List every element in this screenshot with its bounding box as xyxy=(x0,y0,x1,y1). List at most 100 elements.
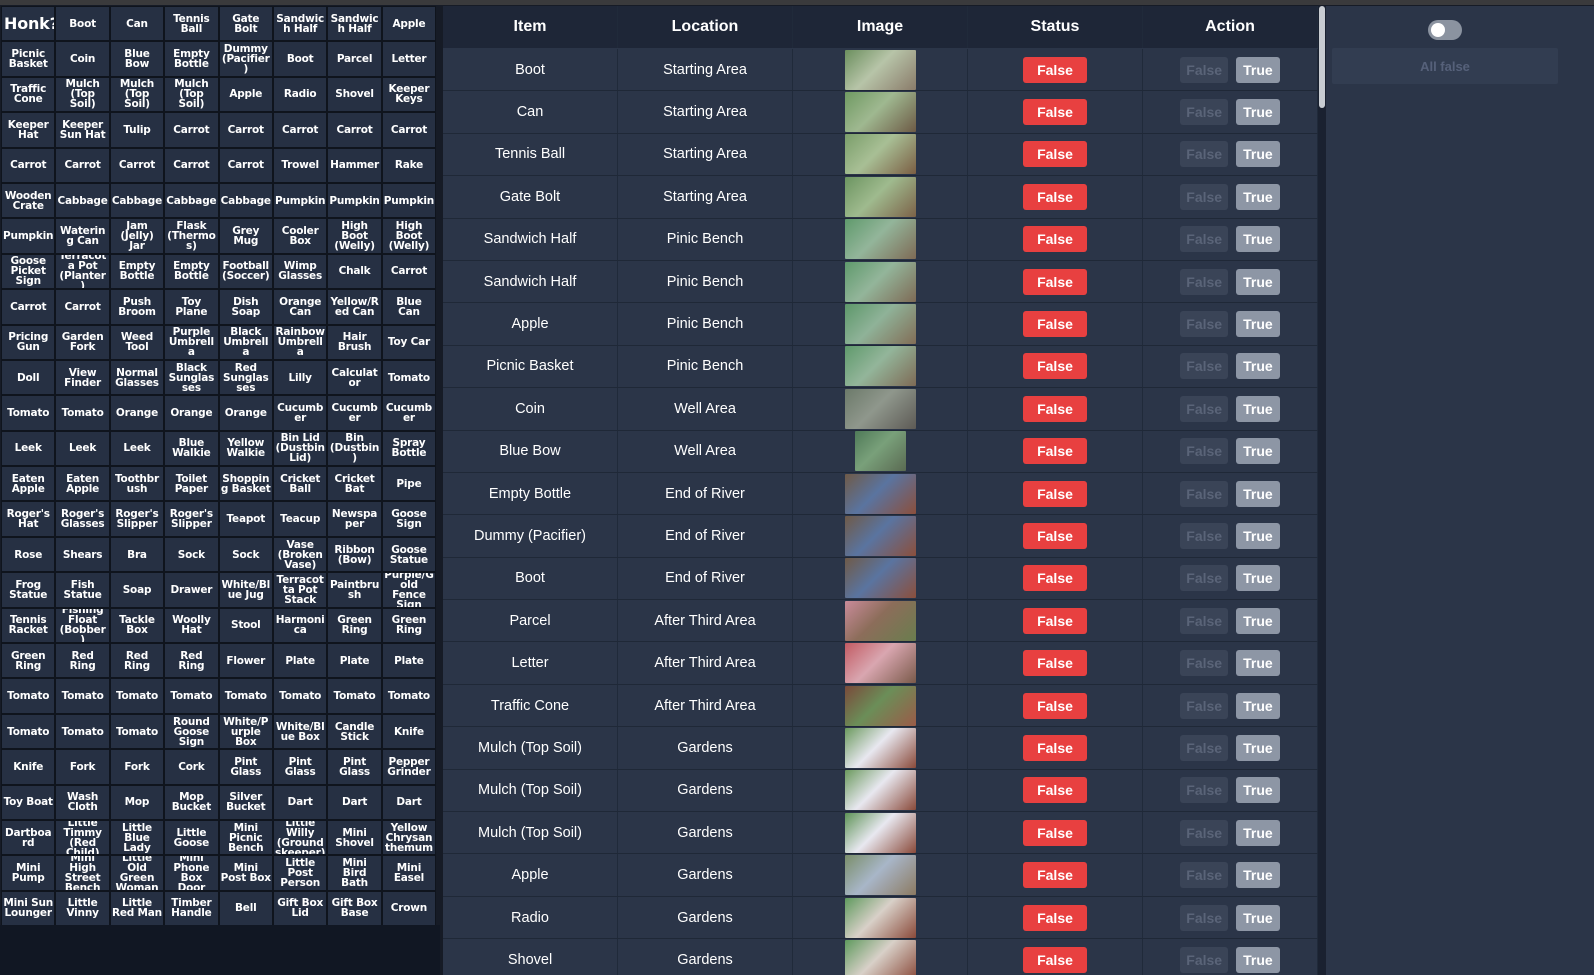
set-true-button[interactable]: True xyxy=(1236,311,1280,338)
set-true-button[interactable]: True xyxy=(1236,141,1280,168)
grid-cell[interactable]: Red Ring xyxy=(55,643,110,679)
scrollbar-thumb[interactable] xyxy=(1319,6,1325,108)
grid-cell[interactable]: Round Goose Sign xyxy=(164,713,219,750)
set-false-button[interactable]: False xyxy=(1180,819,1229,846)
grid-cell[interactable]: Goose Picket Sign xyxy=(1,253,56,290)
set-false-button[interactable]: False xyxy=(1180,353,1229,380)
grid-cell[interactable]: Tulip xyxy=(109,112,165,148)
grid-cell[interactable]: Terracota Pot (Planter) xyxy=(55,253,110,290)
grid-cell[interactable]: Grey Mug xyxy=(218,218,273,254)
set-false-button[interactable]: False xyxy=(1180,946,1229,973)
set-true-button[interactable]: True xyxy=(1236,607,1280,634)
grid-cell[interactable]: Bin Lid (Dustbin Lid) xyxy=(272,430,328,467)
grid-cell[interactable]: Plate xyxy=(327,643,382,679)
grid-cell[interactable]: Little Timmy (Red Child) xyxy=(55,819,110,856)
grid-cell[interactable]: Green Ring xyxy=(1,643,56,679)
grid-cell[interactable]: Harmonica xyxy=(272,607,328,644)
set-false-button[interactable]: False xyxy=(1180,56,1229,83)
grid-cell[interactable]: Flower xyxy=(218,643,273,679)
grid-cell[interactable]: Dart xyxy=(381,784,437,820)
grid-cell[interactable]: Toothbrush xyxy=(109,466,165,502)
grid-cell[interactable]: Letter xyxy=(381,41,437,77)
grid-cell[interactable]: White/Purple Box xyxy=(218,713,273,750)
grid-cell[interactable]: Chalk xyxy=(327,253,382,290)
grid-cell[interactable]: Toilet Paper xyxy=(164,466,219,502)
set-false-button[interactable]: False xyxy=(1180,226,1229,253)
grid-cell[interactable]: Can xyxy=(109,6,165,42)
grid-cell[interactable]: Tomato xyxy=(55,395,110,431)
grid-cell[interactable]: Roger's Slipper xyxy=(109,501,165,537)
grid-cell[interactable]: Rainbow Umbrella xyxy=(272,324,328,360)
grid-cell[interactable]: Teacup xyxy=(272,501,328,537)
grid-cell[interactable]: Spray Bottle xyxy=(381,430,437,467)
grid-cell[interactable]: Carrot xyxy=(109,147,165,183)
grid-cell[interactable]: Mini Easel xyxy=(381,855,437,891)
grid-cell[interactable]: Picnic Basket xyxy=(1,41,56,77)
grid-cell[interactable]: High Boot (Welly) xyxy=(381,218,437,254)
grid-cell[interactable]: Carrot xyxy=(55,147,110,183)
set-true-button[interactable]: True xyxy=(1236,650,1280,677)
grid-cell[interactable]: Tomato xyxy=(272,678,328,714)
grid-cell[interactable]: Roger's Glasses xyxy=(55,501,110,537)
grid-cell[interactable]: Gate Bolt xyxy=(218,6,273,42)
grid-cell[interactable]: Black Umbrella xyxy=(218,324,273,360)
grid-cell[interactable]: Mini Shovel xyxy=(327,819,382,856)
grid-cell[interactable]: Crown xyxy=(381,890,437,927)
grid-cell[interactable]: Sandwich Half xyxy=(327,6,382,42)
grid-cell[interactable]: Dart xyxy=(272,784,328,820)
grid-cell[interactable]: Fishing Float (Bobber) xyxy=(55,607,110,644)
grid-cell[interactable]: Fork xyxy=(55,749,110,785)
set-true-button[interactable]: True xyxy=(1236,226,1280,253)
set-false-button[interactable]: False xyxy=(1180,480,1229,507)
grid-cell[interactable]: Newspaper xyxy=(327,501,382,537)
set-true-button[interactable]: True xyxy=(1236,692,1280,719)
grid-cell[interactable]: Cucumber xyxy=(327,395,382,431)
grid-cell[interactable]: Bell xyxy=(218,890,273,927)
grid-cell[interactable]: Bin (Dustbin) xyxy=(327,430,382,467)
grid-cell[interactable]: Cabbage xyxy=(55,182,110,219)
grid-cell[interactable]: Mini Bird Bath xyxy=(327,855,382,891)
grid-cell[interactable]: Drawer xyxy=(164,572,219,608)
grid-cell[interactable]: Silver Bucket xyxy=(218,784,273,820)
grid-cell[interactable]: Leek xyxy=(109,430,165,467)
grid-cell[interactable]: Teapot xyxy=(218,501,273,537)
set-false-button[interactable]: False xyxy=(1180,692,1229,719)
grid-cell[interactable]: Pumpkin xyxy=(327,182,382,219)
grid-cell[interactable]: Leek xyxy=(55,430,110,467)
set-false-button[interactable]: False xyxy=(1180,141,1229,168)
grid-cell[interactable]: Orange xyxy=(109,395,165,431)
grid-cell[interactable]: Tackle Box xyxy=(109,607,165,644)
grid-cell[interactable]: Goose Statue xyxy=(381,536,437,573)
grid-cell[interactable]: Calculator xyxy=(327,359,382,396)
grid-cell[interactable]: Pumpkin xyxy=(272,182,328,219)
set-true-button[interactable]: True xyxy=(1236,480,1280,507)
grid-cell[interactable]: Watering Can xyxy=(55,218,110,254)
grid-cell[interactable]: Tomato xyxy=(1,713,56,750)
grid-cell[interactable]: Mini Phone Box Door xyxy=(164,855,219,891)
grid-cell[interactable]: Apple xyxy=(218,76,273,113)
grid-cell[interactable]: Blue Walkie xyxy=(164,430,219,467)
grid-cell[interactable]: High Boot (Welly) xyxy=(327,218,382,254)
grid-cell[interactable]: Mulch (Top Soil) xyxy=(55,76,110,113)
grid-cell[interactable]: Sandwich Half xyxy=(272,6,328,42)
grid-cell[interactable]: Dummy (Pacifier) xyxy=(218,41,273,77)
grid-cell[interactable]: Carrot xyxy=(164,147,219,183)
grid-cell[interactable]: Orange Can xyxy=(272,289,328,325)
grid-cell[interactable]: Tomato xyxy=(109,713,165,750)
grid-cell[interactable]: Boot xyxy=(55,6,110,42)
grid-cell[interactable]: Eaten Apple xyxy=(1,466,56,502)
set-false-button[interactable]: False xyxy=(1180,99,1229,126)
grid-cell[interactable]: Tomato xyxy=(164,678,219,714)
grid-cell[interactable]: Push Broom xyxy=(109,289,165,325)
grid-cell[interactable]: Toy Car xyxy=(381,324,437,360)
grid-cell[interactable]: Dish Soap xyxy=(218,289,273,325)
set-true-button[interactable]: True xyxy=(1236,862,1280,889)
grid-cell[interactable]: Keeper Sun Hat xyxy=(55,112,110,148)
grid-cell[interactable]: Ribbon (Bow) xyxy=(327,536,382,573)
set-false-button[interactable]: False xyxy=(1180,268,1229,295)
grid-cell[interactable]: Red Sunglasses xyxy=(218,359,273,396)
grid-cell[interactable]: Red Ring xyxy=(109,643,165,679)
grid-cell[interactable]: Keeper Keys xyxy=(381,76,437,113)
grid-cell[interactable]: Paintbrush xyxy=(327,572,382,608)
grid-cell[interactable]: White/Blue Box xyxy=(272,713,328,750)
